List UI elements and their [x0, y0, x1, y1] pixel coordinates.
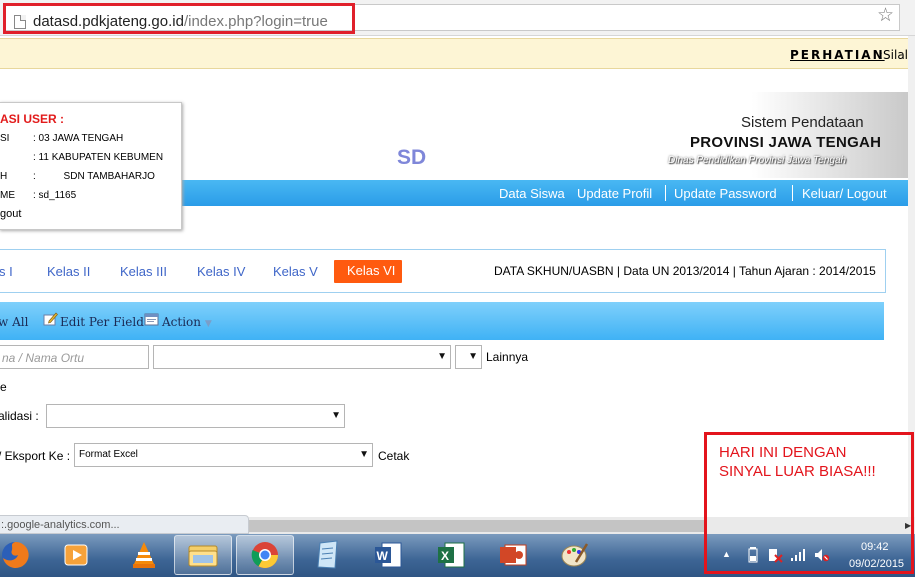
svg-text:X: X	[441, 549, 449, 563]
grid-toolbar: w All Edit Per Field Action ▼	[0, 302, 884, 340]
notice-text: :Silal	[879, 48, 909, 62]
edit-icon	[43, 312, 58, 326]
class-tabs-panel: s I Kelas II Kelas III Kelas IV Kelas V …	[0, 249, 886, 293]
taskbar-excel[interactable]: X	[422, 535, 480, 575]
search-option-select[interactable]: ▼	[455, 345, 482, 369]
notice-label: PERHATIAN	[790, 48, 885, 62]
lainnya-label: Lainnya	[486, 350, 529, 364]
powerpoint-icon	[500, 544, 527, 566]
tab-kelas-4[interactable]: Kelas IV	[197, 264, 245, 279]
validasi-select[interactable]: ▼	[46, 404, 345, 428]
chevron-down-icon: ▼	[468, 351, 478, 362]
chrome-icon	[251, 542, 279, 569]
folder-icon	[188, 545, 218, 567]
nav-separator	[792, 185, 793, 201]
status-text: :.google-analytics.com...	[1, 519, 120, 531]
nav-update-profil[interactable]: Update Profil	[577, 186, 652, 201]
annotation-box: HARI INI DENGAN SINYAL LUAR BIASA!!!	[704, 432, 914, 574]
action-label: Action	[162, 315, 201, 329]
taskbar-notepad[interactable]	[299, 535, 357, 575]
export-format-value: Format Excel	[79, 449, 138, 460]
notepad-icon	[317, 540, 338, 569]
vlc-icon	[133, 542, 155, 568]
tab-kelas-2[interactable]: Kelas II	[47, 264, 90, 279]
view-all-button[interactable]: w All	[0, 315, 28, 329]
sd-logo: SD	[397, 146, 427, 169]
action-icon	[144, 313, 159, 326]
info-key: ME	[0, 190, 15, 201]
info-value: : 03 JAWA TENGAH	[33, 133, 124, 144]
chevron-down-icon: ▼	[204, 319, 212, 329]
nav-data-siswa[interactable]: Data Siswa	[499, 186, 565, 201]
tab-kelas-5[interactable]: Kelas V	[273, 264, 318, 279]
user-info-box: ASI USER : SI : 03 JAWA TENGAH : 11 KABU…	[0, 102, 182, 230]
firefox-icon	[2, 541, 29, 568]
search-input[interactable]: na / Nama Ortu	[0, 345, 149, 369]
media-player-icon	[64, 544, 88, 566]
taskbar-powerpoint[interactable]	[484, 535, 542, 575]
brand-province: PROVINSI JAWA TENGAH	[690, 134, 882, 151]
url-highlight-annotation	[3, 3, 355, 34]
user-info-title: ASI USER :	[0, 112, 65, 126]
partial-label: e	[0, 380, 7, 394]
info-key: H	[0, 171, 8, 182]
info-key: SI	[0, 133, 10, 144]
taskbar-paint[interactable]	[546, 535, 604, 575]
taskbar-vlc[interactable]	[115, 535, 173, 575]
taskbar-firefox[interactable]	[0, 535, 44, 575]
excel-icon: X	[438, 542, 465, 568]
annotation-line-1: HARI INI DENGAN	[719, 444, 847, 461]
export-format-select[interactable]: Format Excel ▼	[74, 443, 373, 467]
action-menu-button[interactable]: Action ▼	[162, 315, 212, 329]
brand-title: Sistem Pendataan	[741, 114, 864, 131]
taskbar-chrome[interactable]	[236, 535, 294, 575]
annotation-line-2: SINYAL LUAR BIASA!!!	[719, 463, 876, 480]
tab-kelas-6-active[interactable]: Kelas VI	[334, 260, 402, 283]
scrollbar-thumb[interactable]	[249, 520, 704, 532]
notice-bar: PERHATIAN :Silal	[0, 38, 908, 69]
tab-kelas-1[interactable]: s I	[0, 264, 13, 279]
data-info-text: DATA SKHUN/UASBN | Data UN 2013/2014 | T…	[494, 264, 876, 278]
nav-logout[interactable]: Keluar/ Logout	[802, 186, 887, 201]
info-value: : SDN TAMBAHARJO	[33, 171, 155, 182]
cetak-button[interactable]: Cetak	[378, 449, 409, 463]
eksport-label: / Eksport Ke :	[0, 449, 71, 463]
info-value: : sd_1165	[33, 190, 77, 201]
status-bar: :.google-analytics.com...	[0, 515, 249, 534]
brand-department: Dinas Pendidikan Provinsi Jawa Tengah	[668, 155, 847, 166]
nav-separator	[665, 185, 666, 201]
chevron-down-icon: ▼	[331, 410, 341, 421]
chevron-down-icon: ▼	[359, 449, 369, 460]
chevron-down-icon: ▼	[437, 351, 447, 362]
word-icon: W	[375, 542, 402, 568]
validasi-label: alidasi :	[0, 409, 39, 423]
taskbar-media-player[interactable]	[47, 535, 105, 575]
annotation-text: HARI INI DENGAN SINYAL LUAR BIASA!!!	[719, 443, 876, 481]
taskbar-word[interactable]: W	[359, 535, 417, 575]
bookmark-star-icon[interactable]: ☆	[877, 6, 894, 25]
edit-per-field-button[interactable]: Edit Per Field	[60, 315, 144, 329]
svg-text:W: W	[377, 549, 389, 563]
search-field-select[interactable]: ▼	[153, 345, 451, 369]
tab-kelas-6-label: Kelas VI	[347, 263, 396, 278]
taskbar-explorer[interactable]	[174, 535, 232, 575]
info-value: : 11 KABUPATEN KEBUMEN	[33, 152, 164, 163]
tab-kelas-3[interactable]: Kelas III	[120, 264, 167, 279]
logout-link[interactable]: gout	[0, 208, 21, 220]
nav-update-password[interactable]: Update Password	[674, 186, 777, 201]
paint-icon	[561, 543, 589, 567]
